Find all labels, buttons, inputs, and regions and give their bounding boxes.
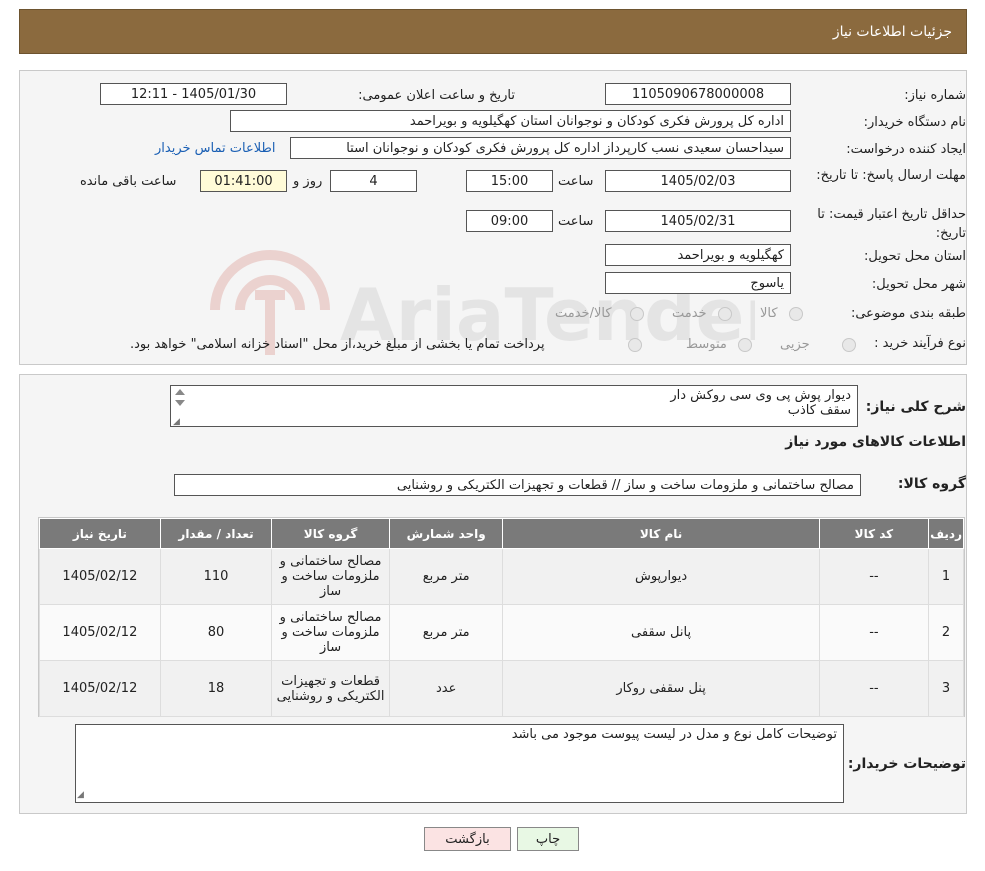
reply-time-label: ساعت xyxy=(558,174,594,189)
buyer-notes-label: توضیحات خریدار: xyxy=(847,756,966,772)
cell-idx: 1 xyxy=(928,548,964,605)
table-header-row: ردیف کد کالا نام کالا واحد شمارش گروه کا… xyxy=(39,518,964,549)
col-header-qty: تعداد / مقدار xyxy=(159,518,273,549)
cell-group: مصالح ساختمانی و ملزومات ساخت و ساز xyxy=(271,604,390,661)
remaining-time-field: 01:41:00 xyxy=(200,170,287,192)
remaining-time-label: ساعت باقی مانده xyxy=(80,174,177,189)
goods-section-title: اطلاعات کالاهای مورد نیاز xyxy=(785,434,966,450)
cell-code: -- xyxy=(818,548,930,605)
col-header-date: تاریخ نیاز xyxy=(39,518,161,549)
table-row: 1 -- دیوارپوش متر مربع مصالح ساختمانی و … xyxy=(39,548,964,605)
process-radio-treasury[interactable] xyxy=(628,338,642,352)
buyer-org-field: اداره کل پرورش فکری کودکان و نوجوانان اس… xyxy=(230,110,791,132)
items-table: ردیف کد کالا نام کالا واحد شمارش گروه کا… xyxy=(39,518,964,717)
days-field: 4 xyxy=(330,170,417,192)
buyer-notes-text: توضیحات کامل نوع و مدل در لیست پیوست موج… xyxy=(511,727,837,742)
resize-handle-icon[interactable]: ◢ xyxy=(173,417,180,427)
process-label: نوع فرآیند خرید : xyxy=(874,336,966,351)
cell-qty: 80 xyxy=(159,604,273,661)
print-button[interactable]: چاپ xyxy=(517,827,579,851)
need-number-label: شماره نیاز: xyxy=(904,88,966,103)
resize-handle-icon[interactable]: ◢ xyxy=(77,790,84,800)
category-option-goods: کالا xyxy=(760,306,778,321)
goods-group-field: مصالح ساختمانی و ملزومات ساخت و ساز // ق… xyxy=(174,474,861,496)
price-time-label: ساعت xyxy=(558,214,594,229)
cell-name: پنل سقفی روکار xyxy=(502,660,820,717)
announce-field: 1405/01/30 - 12:11 xyxy=(100,83,287,105)
category-label: طبقه بندی موضوعی: xyxy=(850,306,966,321)
process-radio-medium[interactable] xyxy=(738,338,752,352)
process-option-medium: متوسط xyxy=(686,337,727,352)
back-button[interactable]: بازگشت xyxy=(424,827,511,851)
cell-unit: عدد xyxy=(388,660,504,717)
table-row: 3 -- پنل سقفی روکار عدد قطعات و تجهیزات … xyxy=(39,660,964,717)
cell-code: -- xyxy=(818,660,930,717)
buyer-org-label: نام دستگاه خریدار: xyxy=(863,115,966,130)
scroll-down-icon[interactable] xyxy=(175,400,185,406)
cell-date: 1405/02/12 xyxy=(39,548,161,605)
category-radio-goods-service[interactable] xyxy=(630,307,644,321)
cell-unit: متر مربع xyxy=(388,604,504,661)
cell-unit: متر مربع xyxy=(388,548,504,605)
cell-date: 1405/02/12 xyxy=(39,660,161,717)
category-option-service: خدمت xyxy=(672,306,707,321)
items-table-wrapper: ردیف کد کالا نام کالا واحد شمارش گروه کا… xyxy=(38,517,965,717)
city-field: یاسوج xyxy=(605,272,791,294)
col-header-group: گروه کالا xyxy=(271,518,390,549)
days-label: روز و xyxy=(293,174,323,189)
description-line-1: دیوار پوش پی وی سی روکش دار xyxy=(670,388,851,403)
province-label: استان محل تحویل: xyxy=(864,249,966,264)
category-option-goods-service: کالا/خدمت xyxy=(555,306,612,321)
requester-field: سیداحسان سعیدی نسب کارپرداز اداره کل پرو… xyxy=(290,137,791,159)
city-label: شهر محل تحویل: xyxy=(871,277,966,292)
process-note: پرداخت تمام یا بخشی از مبلغ خرید،از محل … xyxy=(130,337,545,352)
description-textarea[interactable]: دیوار پوش پی وی سی روکش دار سقف کاذب xyxy=(170,385,858,427)
cell-name: دیوارپوش xyxy=(502,548,820,605)
price-validity-label: حداقل تاریخ اعتبار قیمت: تا تاریخ: xyxy=(817,207,966,241)
price-time-field: 09:00 xyxy=(466,210,553,232)
page-title: جزئیات اطلاعات نیاز xyxy=(832,23,952,40)
page-header: جزئیات اطلاعات نیاز xyxy=(19,9,967,54)
col-header-code: کد کالا xyxy=(818,518,930,549)
col-header-unit: واحد شمارش xyxy=(388,518,504,549)
reply-time-field: 15:00 xyxy=(466,170,553,192)
province-field: کهگیلویه و بویراحمد xyxy=(605,244,791,266)
announce-label: تاریخ و ساعت اعلان عمومی: xyxy=(358,88,515,103)
price-date-field: 1405/02/31 xyxy=(605,210,791,232)
category-radio-service[interactable] xyxy=(718,307,732,321)
description-line-2: سقف کاذب xyxy=(787,403,851,418)
col-header-idx: ردیف xyxy=(928,518,964,549)
col-header-name: نام کالا xyxy=(502,518,820,549)
cell-group: مصالح ساختمانی و ملزومات ساخت و ساز xyxy=(271,548,390,605)
cell-code: -- xyxy=(818,604,930,661)
description-label: شرح کلی نیاز: xyxy=(865,399,966,415)
table-row: 2 -- پانل سقفی متر مربع مصالح ساختمانی و… xyxy=(39,604,964,661)
cell-qty: 18 xyxy=(159,660,273,717)
need-number-field: 1105090678000008 xyxy=(605,83,791,105)
reply-deadline-label: مهلت ارسال پاسخ: تا تاریخ: xyxy=(816,168,966,183)
cell-date: 1405/02/12 xyxy=(39,604,161,661)
cell-name: پانل سقفی xyxy=(502,604,820,661)
process-radio-minor[interactable] xyxy=(842,338,856,352)
scroll-up-icon[interactable] xyxy=(175,389,185,395)
reply-date-field: 1405/02/03 xyxy=(605,170,791,192)
cell-group: قطعات و تجهیزات الکتریکی و روشنایی xyxy=(271,660,390,717)
cell-idx: 3 xyxy=(928,660,964,717)
cell-idx: 2 xyxy=(928,604,964,661)
buyer-notes-textarea[interactable]: توضیحات کامل نوع و مدل در لیست پیوست موج… xyxy=(75,724,844,803)
category-radio-goods[interactable] xyxy=(789,307,803,321)
goods-group-label: گروه کالا: xyxy=(897,476,966,492)
buyer-contact-link[interactable]: اطلاعات تماس خریدار xyxy=(155,141,275,156)
requester-label: ایجاد کننده درخواست: xyxy=(846,142,966,157)
cell-qty: 110 xyxy=(159,548,273,605)
process-option-minor: جزیی xyxy=(780,337,810,352)
